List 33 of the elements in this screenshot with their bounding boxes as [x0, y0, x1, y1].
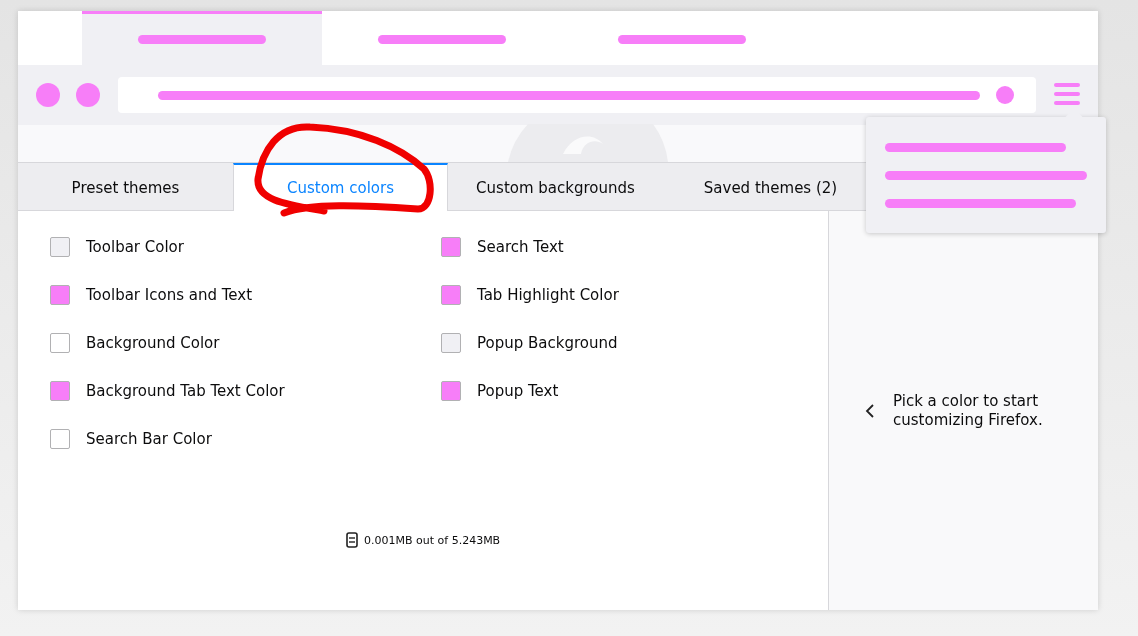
circle-icon: [36, 83, 60, 107]
color-swatch[interactable]: [50, 333, 70, 353]
line-icon: [885, 198, 1076, 208]
line-icon: [158, 90, 980, 100]
color-label: Popup Text: [477, 382, 559, 400]
chevron-left-icon: [865, 402, 875, 419]
color-label: Popup Background: [477, 334, 618, 352]
tab[interactable]: Saved themes (2): [663, 163, 878, 210]
color-label: Background Color: [86, 334, 220, 352]
line-icon: [885, 170, 1087, 180]
color-label: Toolbar Icons and Text: [86, 286, 253, 304]
color-swatch[interactable]: [50, 285, 70, 305]
color-label: Background Tab Text Color: [86, 382, 285, 400]
storage-icon: [346, 532, 358, 548]
hint-text: Pick a color to start customizing Firefox.: [893, 391, 1044, 430]
color-swatch[interactable]: [50, 237, 70, 257]
color-label: Search Bar Color: [86, 430, 212, 448]
tab[interactable]: Preset themes: [18, 163, 233, 210]
circle-icon: [76, 83, 100, 107]
line-icon: [885, 142, 1066, 152]
color-swatch[interactable]: [441, 333, 461, 353]
color-swatch[interactable]: [441, 237, 461, 257]
color-swatch[interactable]: [50, 381, 70, 401]
storage-usage: 0.001MB out of 5.243MB: [364, 533, 501, 547]
color-label: Toolbar Color: [86, 238, 184, 256]
menu-icon: [1054, 82, 1080, 108]
color-label: Tab Highlight Color: [477, 286, 619, 304]
tab[interactable]: Custom backgrounds: [448, 163, 663, 210]
circle-icon: [996, 86, 1014, 104]
color-label: Search Text: [477, 238, 564, 256]
color-swatch[interactable]: [441, 285, 461, 305]
color-swatch[interactable]: [441, 381, 461, 401]
color-swatch[interactable]: [50, 429, 70, 449]
